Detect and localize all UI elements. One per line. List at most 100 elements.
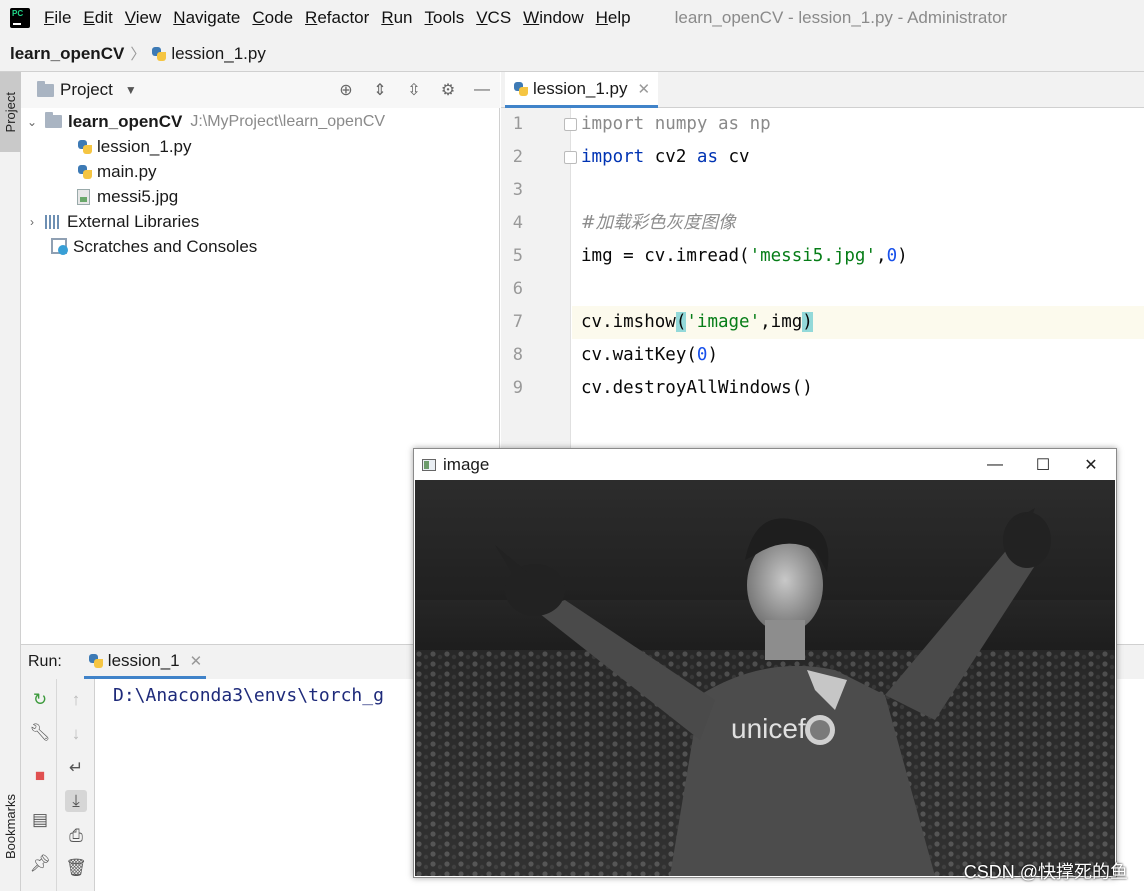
- gear-icon[interactable]: ⚙: [438, 80, 458, 100]
- tree-item-label: main.py: [97, 161, 157, 181]
- menu-bar: PC File Edit View Navigate Code Refactor…: [0, 0, 1144, 36]
- left-tool-strip: [0, 72, 21, 891]
- svg-text:unicef: unicef: [731, 713, 806, 744]
- locate-icon[interactable]: ⊕: [336, 80, 356, 100]
- code-line-8[interactable]: cv.waitKey(0): [581, 339, 718, 372]
- tree-item-label: messi5.jpg: [97, 186, 179, 206]
- breadcrumb-project[interactable]: learn_openCV: [10, 44, 124, 64]
- chevron-down-icon[interactable]: ⌄: [25, 115, 39, 129]
- close-icon[interactable]: ✕: [190, 652, 203, 670]
- menu-run[interactable]: Run: [381, 8, 412, 28]
- python-file-icon: [77, 164, 93, 180]
- code-token: ): [707, 345, 718, 365]
- code-token: cv.destroyAllWindows(): [581, 378, 813, 398]
- tree-root[interactable]: ⌄ learn_openCV J:\MyProject\learn_openCV: [21, 109, 500, 134]
- bookmarks-tool-tab[interactable]: Bookmarks: [0, 780, 21, 874]
- menu-file[interactable]: File: [44, 8, 71, 28]
- code-brace-match: (: [675, 312, 687, 332]
- menu-window[interactable]: Window: [523, 8, 583, 28]
- project-tool-tab-label: Project: [3, 91, 18, 133]
- code-token: import: [581, 147, 645, 167]
- layout-icon[interactable]: ▤: [29, 809, 51, 831]
- print-icon[interactable]: ⎙: [65, 825, 87, 847]
- minimize-button[interactable]: —: [972, 449, 1018, 480]
- stop-icon[interactable]: ■: [29, 765, 51, 787]
- tree-item-label: Scratches and Consoles: [73, 236, 258, 256]
- code-token: ): [897, 246, 908, 266]
- image-window-titlebar[interactable]: image — ☐ ✕: [414, 449, 1116, 480]
- code-number: 0: [696, 345, 708, 365]
- collapse-all-icon[interactable]: ⇳: [404, 80, 424, 100]
- project-view-selector[interactable]: Project: [60, 80, 113, 100]
- code-comment: #加载彩色灰度图像: [581, 213, 736, 233]
- line-number: 2: [512, 147, 523, 167]
- menu-navigate[interactable]: Navigate: [173, 8, 240, 28]
- tree-item-label: External Libraries: [67, 211, 200, 231]
- library-icon: [45, 214, 61, 229]
- run-tab-lession-1[interactable]: lession_1 ✕: [83, 645, 207, 679]
- code-line-7[interactable]: cv.imshow('image',img): [581, 306, 813, 339]
- python-file-icon: [88, 653, 104, 669]
- menu-vcs[interactable]: VCS: [476, 8, 511, 28]
- bookmarks-tool-tab-label: Bookmarks: [3, 794, 18, 860]
- tree-item-lession-1[interactable]: lession_1.py: [21, 134, 500, 159]
- menu-view[interactable]: View: [125, 8, 162, 28]
- rerun-icon[interactable]: ↻: [29, 689, 51, 711]
- close-button[interactable]: ✕: [1068, 449, 1114, 480]
- code-line-9[interactable]: cv.destroyAllWindows(): [581, 372, 813, 405]
- python-file-icon: [513, 81, 529, 97]
- code-line-5[interactable]: img = cv.imread('messi5.jpg',0): [581, 240, 908, 273]
- scroll-to-end-icon[interactable]: ⤓: [65, 790, 87, 812]
- window-app-icon: [422, 458, 436, 471]
- breadcrumb-file[interactable]: lession_1.py: [171, 44, 266, 64]
- arrow-up-icon[interactable]: ↑: [65, 689, 87, 711]
- menu-help[interactable]: Help: [596, 8, 631, 28]
- breadcrumb-separator-icon: 〉: [130, 46, 146, 63]
- code-token: import: [581, 114, 645, 134]
- menu-code[interactable]: Code: [252, 8, 293, 28]
- tree-item-messi5[interactable]: messi5.jpg: [21, 184, 500, 209]
- pin-icon[interactable]: 📌︎: [29, 853, 51, 875]
- chevron-down-icon[interactable]: ▼: [125, 83, 137, 97]
- line-number: 8: [512, 345, 523, 365]
- code-line-4[interactable]: #加载彩色灰度图像: [581, 207, 736, 240]
- image-file-icon: [77, 188, 90, 205]
- trash-icon[interactable]: 🗑︎: [65, 857, 87, 879]
- folder-icon: [45, 112, 62, 128]
- console-output[interactable]: D:\Anaconda3\envs\torch_g: [113, 685, 384, 706]
- code-token: cv: [717, 147, 750, 167]
- fold-marker-icon[interactable]: [564, 151, 577, 164]
- maximize-button[interactable]: ☐: [1020, 449, 1066, 480]
- image-window-title: image: [443, 454, 490, 474]
- project-tool-tab[interactable]: Project: [0, 72, 21, 152]
- editor-tab-bar: lession_1.py ✕: [501, 72, 1144, 108]
- tree-item-external-libraries[interactable]: › External Libraries: [21, 209, 500, 234]
- close-icon[interactable]: ✕: [638, 80, 651, 98]
- menu-edit[interactable]: Edit: [83, 8, 112, 28]
- grayscale-photo: unicef: [415, 480, 1115, 876]
- menu-tools[interactable]: Tools: [425, 8, 465, 28]
- fold-marker-icon[interactable]: [564, 118, 577, 131]
- code-string: 'messi5.jpg': [749, 246, 877, 266]
- menu-refactor[interactable]: Refactor: [305, 8, 369, 28]
- line-number: 3: [512, 180, 523, 200]
- code-line-1[interactable]: import numpy as np: [581, 108, 771, 141]
- code-token: as: [717, 114, 740, 134]
- run-tab-label: lession_1: [107, 650, 180, 670]
- expand-all-icon[interactable]: ⇕: [370, 80, 390, 100]
- hide-icon[interactable]: —: [472, 80, 492, 100]
- code-line-2[interactable]: import cv2 as cv: [581, 141, 750, 174]
- soft-wrap-icon[interactable]: ↵: [65, 757, 87, 779]
- run-label: Run:: [28, 653, 62, 670]
- arrow-down-icon[interactable]: ↓: [65, 723, 87, 745]
- code-token: as: [696, 147, 718, 167]
- chevron-right-icon[interactable]: ›: [25, 215, 39, 229]
- tree-item-scratches[interactable]: Scratches and Consoles: [21, 234, 500, 259]
- code-token: numpy: [644, 114, 718, 134]
- code-brace-match: ): [802, 312, 813, 332]
- code-token: ,img: [760, 312, 803, 332]
- tab-lession-1[interactable]: lession_1.py ✕: [505, 72, 659, 108]
- wrench-icon[interactable]: 🔧︎: [29, 722, 51, 744]
- project-panel-header: Project ▼ ⊕ ⇕ ⇳ ⚙ —: [21, 72, 500, 108]
- tree-item-main[interactable]: main.py: [21, 159, 500, 184]
